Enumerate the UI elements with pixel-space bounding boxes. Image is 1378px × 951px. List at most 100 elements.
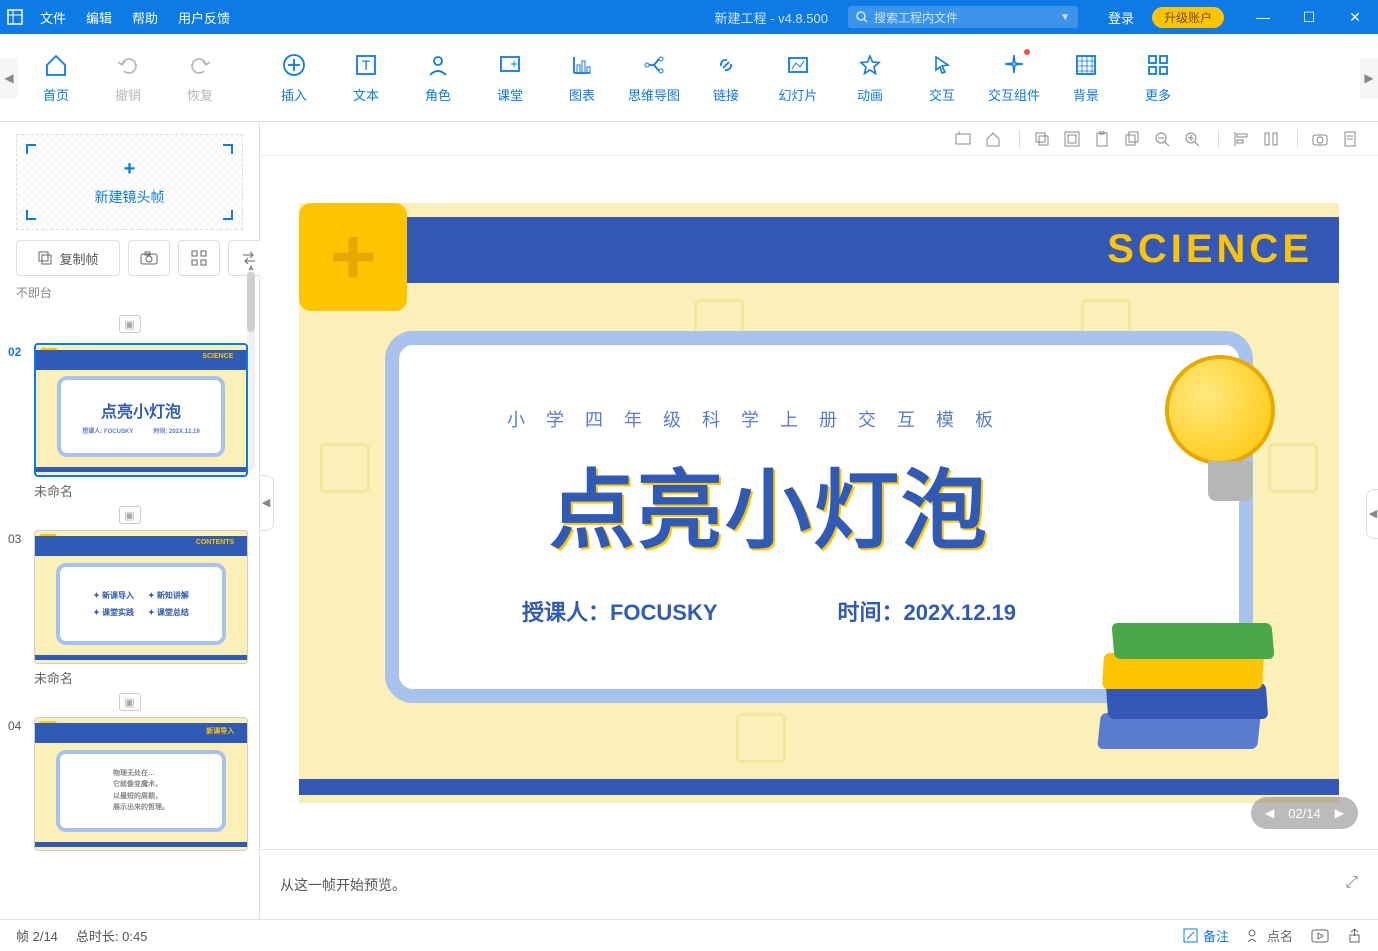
- expand-preview-icon[interactable]: ⤢: [1345, 874, 1358, 892]
- duplicate-icon[interactable]: [1124, 131, 1144, 147]
- plus-icon: +: [124, 158, 136, 181]
- paste-icon[interactable]: [1094, 131, 1114, 147]
- time-label: 时间：202X.12.19: [838, 595, 1017, 627]
- ribbon-undo-button[interactable]: 撤销: [92, 42, 164, 114]
- camera-tool-icon[interactable]: [1312, 132, 1332, 146]
- distribute-icon[interactable]: [1263, 131, 1283, 147]
- canvas-toolbar: [260, 122, 1378, 156]
- ribbon-link-button[interactable]: 链接: [690, 42, 762, 114]
- search-input[interactable]: 搜索工程内文件 ▼: [848, 6, 1078, 28]
- slide-thumbnail-04[interactable]: 04+新课导入物理无处在…它就像变魔术，以最短的周期，展示出来的哲理。: [8, 717, 251, 851]
- cut-icon[interactable]: [1064, 131, 1084, 147]
- search-icon: [856, 11, 868, 23]
- frame-counter: 帧 2/14: [16, 926, 58, 945]
- copy-icon[interactable]: [1034, 131, 1054, 147]
- slide-thumbnail-02[interactable]: 02+SCIENCE点亮小灯泡授课人: FOCUSKY时间: 202X.12.1…: [8, 343, 251, 500]
- ribbon-plus-circle-button[interactable]: 插入: [258, 42, 330, 114]
- timeline-marker[interactable]: ▣: [8, 506, 251, 524]
- ribbon-label: 插入: [281, 85, 307, 104]
- upgrade-button[interactable]: 升级账户: [1152, 7, 1224, 28]
- ribbon-scroll-left-button[interactable]: ◀: [0, 58, 18, 98]
- ribbon-home-button[interactable]: 首页: [20, 42, 92, 114]
- teacher-label: 授课人：FOCUSKY: [522, 595, 718, 627]
- grid-icon: [1144, 51, 1172, 79]
- play-button[interactable]: [1311, 929, 1329, 943]
- ribbon-scroll-right-button[interactable]: ▶: [1360, 58, 1378, 98]
- board-plus-icon: [496, 51, 524, 79]
- rollcall-button[interactable]: 点名: [1247, 926, 1293, 945]
- zoom-out-icon[interactable]: [1154, 131, 1174, 147]
- frame-tool-icon[interactable]: [955, 131, 975, 147]
- svg-text:T: T: [362, 57, 371, 73]
- slide-subtitle: 小 学 四 年 级 科 学 上 册 交 互 模 板: [507, 406, 1001, 432]
- ribbon-board-plus-button[interactable]: 课堂: [474, 42, 546, 114]
- status-bar: 帧 2/14 总时长: 0:45 备注 点名: [0, 919, 1378, 951]
- slides-panel: + 新建镜头帧 ▴ 复制帧 不即台 ▣ 02+SCIENCE点亮小灯泡授课人: …: [0, 122, 260, 919]
- ribbon-star-button[interactable]: 动画: [834, 42, 906, 114]
- pattern-icon: [1072, 51, 1100, 79]
- window-title: 新建工程 - v4.8.500: [715, 8, 828, 27]
- zoom-in-icon[interactable]: [1184, 131, 1204, 147]
- main-area: + 新建镜头帧 ▴ 复制帧 不即台 ▣ 02+SCIENCE点亮小灯泡授课人: …: [0, 122, 1378, 919]
- ribbon-label: 动画: [857, 85, 883, 104]
- slide-number: 03: [8, 530, 28, 687]
- notification-dot: [1024, 49, 1030, 55]
- login-link[interactable]: 登录: [1098, 8, 1144, 27]
- decorative-bottom-band: [299, 779, 1339, 795]
- ribbon-toolbar: ◀ 首页撤销恢复 插入 T文本角色 课堂图表 思维导图链接幻灯片 动画 交互交互组件背景更多…: [0, 34, 1378, 122]
- copy-frame-button[interactable]: 复制帧: [16, 240, 120, 276]
- ribbon-person-button[interactable]: 角色: [402, 42, 474, 114]
- ribbon-mindmap-button[interactable]: 思维导图: [618, 42, 690, 114]
- camera-button[interactable]: [128, 240, 170, 276]
- pager-prev-button[interactable]: ◀: [1265, 806, 1274, 820]
- timeline-marker[interactable]: ▣: [0, 315, 259, 333]
- close-button[interactable]: ✕: [1332, 9, 1378, 26]
- home-view-icon[interactable]: [985, 131, 1005, 147]
- text-icon: T: [352, 51, 380, 79]
- menu-feedback[interactable]: 用户反馈: [168, 8, 240, 27]
- ribbon-slide-button[interactable]: 幻灯片: [762, 42, 834, 114]
- ribbon-label: 恢复: [187, 85, 213, 104]
- page-tool-icon[interactable]: [1342, 131, 1362, 147]
- expand-right-panel-button[interactable]: ◀: [1366, 489, 1378, 539]
- ribbon-label: 图表: [569, 85, 595, 104]
- slide-name: 未命名: [34, 481, 251, 500]
- collapse-left-panel-button[interactable]: ◀: [260, 475, 274, 531]
- ribbon-spark-button[interactable]: 交互组件: [978, 42, 1050, 114]
- star-icon: [856, 51, 884, 79]
- ribbon-pattern-button[interactable]: 背景: [1050, 42, 1122, 114]
- canvas-area: ◀ ◀ SCIENCE 小 学 四 年 级 科 学 上 册 交 互 模 板 点亮…: [260, 122, 1378, 919]
- search-placeholder: 搜索工程内文件: [874, 9, 958, 26]
- export-button[interactable]: [1347, 928, 1362, 943]
- ribbon-redo-button[interactable]: 恢复: [164, 42, 236, 114]
- mindmap-icon: [640, 51, 668, 79]
- ribbon-label: 角色: [425, 85, 451, 104]
- notes-button[interactable]: 备注: [1183, 926, 1229, 945]
- menu-help[interactable]: 帮助: [122, 8, 168, 27]
- qr-button[interactable]: [178, 240, 220, 276]
- cursor-icon: [928, 51, 956, 79]
- maximize-button[interactable]: ☐: [1286, 9, 1332, 26]
- slide-canvas[interactable]: SCIENCE 小 学 四 年 级 科 学 上 册 交 互 模 板 点亮小灯泡 …: [299, 203, 1339, 803]
- minimize-button[interactable]: —: [1240, 9, 1286, 25]
- slide-card: 小 学 四 年 级 科 学 上 册 交 互 模 板 点亮小灯泡 授课人：FOCU…: [385, 331, 1253, 703]
- ribbon-cursor-button[interactable]: 交互: [906, 42, 978, 114]
- timeline-marker[interactable]: ▣: [8, 693, 251, 711]
- new-frame-button[interactable]: + 新建镜头帧: [16, 134, 243, 230]
- plus-circle-icon: [280, 51, 308, 79]
- menu-file[interactable]: 文件: [30, 8, 76, 27]
- ribbon-chart-button[interactable]: 图表: [546, 42, 618, 114]
- chevron-down-icon[interactable]: ▼: [1060, 12, 1070, 23]
- ribbon-label: 思维导图: [628, 85, 680, 104]
- scrollbar-thumb[interactable]: [247, 272, 255, 332]
- menu-edit[interactable]: 编辑: [76, 8, 122, 27]
- science-label: SCIENCE: [1107, 227, 1313, 272]
- slide-thumbnail-03[interactable]: 03+CONTENTS✦ 新课导入✦ 新知讲解✦ 课堂实践✦ 课堂总结未命名: [8, 530, 251, 687]
- canvas-viewport[interactable]: ◀ ◀ SCIENCE 小 学 四 年 级 科 学 上 册 交 互 模 板 点亮…: [260, 156, 1378, 849]
- ribbon-grid-button[interactable]: 更多: [1122, 42, 1194, 114]
- ribbon-text-button[interactable]: T文本: [330, 42, 402, 114]
- align-left-icon[interactable]: [1233, 131, 1253, 147]
- ribbon-label: 幻灯片: [778, 85, 817, 104]
- redo-icon: [186, 51, 214, 79]
- pager-next-button[interactable]: ▶: [1335, 806, 1344, 820]
